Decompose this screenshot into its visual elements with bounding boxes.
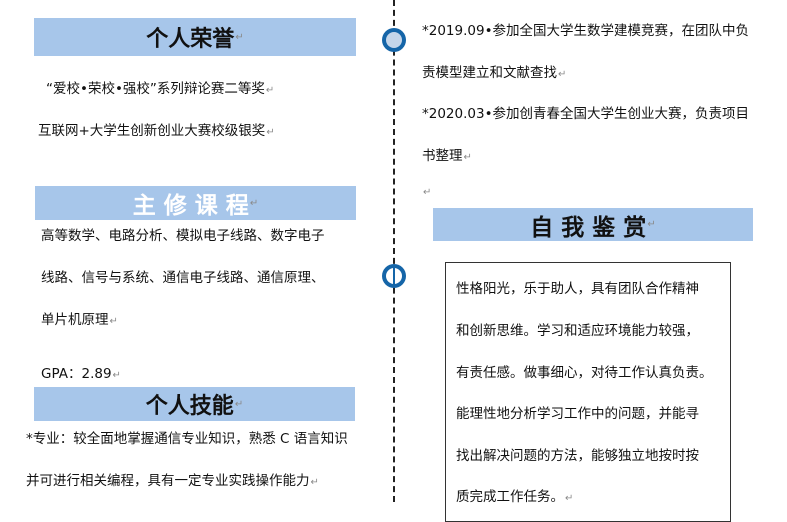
timeline-node-middle [382,264,406,288]
self-eval-box [445,262,731,522]
experience-line-3: *2020.03•参加创青春全国大学生创业大赛，负责项目 [422,106,750,122]
courses-title: 主 修 课 程 [132,193,249,219]
courses-line-1: 高等数学、电路分析、模拟电子线路、数字电子 [41,228,325,244]
courses-line-2: 线路、信号与系统、通信电子线路、通信原理、 [41,270,325,286]
self-eval-line-1: 性格阳光，乐于助人，具有团队合作精神 [456,281,699,297]
honors-item-1: “爱校•荣校•强校”系列辩论赛二等奖↵ [46,81,275,97]
skills-line-1: *专业：较全面地掌握通信专业知识，熟悉 C 语言知识 [26,431,348,447]
self-eval-title: 自 我 鉴 赏 [530,214,647,241]
courses-line-3: 单片机原理↵ [41,312,118,328]
skills-title: 个人技能 [145,394,234,419]
self-eval-header: 自 我 鉴 赏 ↵ [433,208,753,241]
skills-header: 个人技能 ↵ [34,387,355,421]
honors-header: 个人荣誉 ↵ [34,18,356,56]
experience-line-4: 书整理↵ [422,148,472,164]
honors-title: 个人荣誉 [146,27,235,52]
gpa-text: GPA：2.89↵ [41,366,121,382]
self-eval-line-4: 能理性地分析学习工作中的问题，并能寻 [456,406,699,422]
courses-header: 主 修 课 程 ↵ [35,186,356,220]
skills-line-2: 并可进行相关编程，具有一定专业实践操作能力↵ [26,473,319,489]
timeline-line [393,0,395,502]
empty-paragraph: ↵ [423,187,432,198]
self-eval-line-6: 质完成工作任务。↵ [456,489,574,505]
timeline-node-top [382,28,406,52]
self-eval-line-5: 找出解决问题的方法，能够独立地按时按 [456,448,699,464]
experience-line-2: 责模型建立和文献查找↵ [422,65,567,81]
honors-item-2: 互联网+大学生创新创业大赛校级银奖↵ [38,123,275,139]
self-eval-line-3: 有责任感。做事细心，对待工作认真负责。 [456,365,713,381]
self-eval-line-2: 和创新思维。学习和适应环境能力较强， [456,323,699,339]
experience-line-1: *2019.09•参加全国大学生数学建模竞赛，在团队中负 [422,23,750,39]
